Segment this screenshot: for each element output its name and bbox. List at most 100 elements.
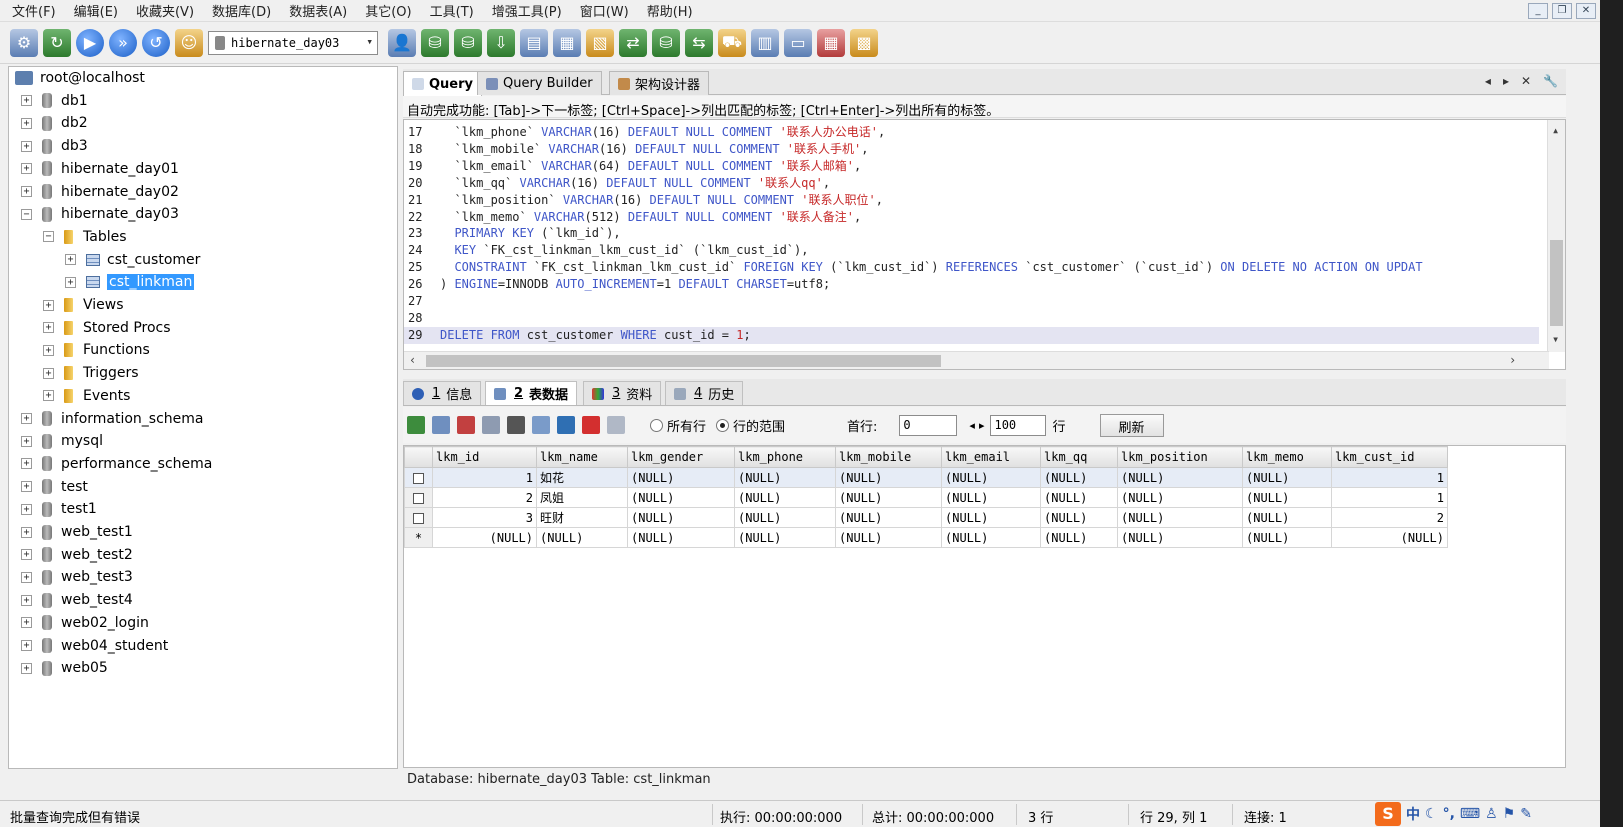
menu-item[interactable]: 数据表(A) — [289, 5, 347, 21]
save-row-icon[interactable] — [482, 416, 500, 434]
tree-root[interactable]: root@localhost — [15, 67, 145, 89]
tree-database[interactable]: + db2 — [21, 112, 88, 134]
cancel-icon[interactable] — [607, 416, 625, 434]
table-cell[interactable]: (NULL) — [1242, 527, 1332, 548]
table-cell[interactable]: (NULL) — [536, 527, 628, 548]
row-count-input[interactable]: 100 — [990, 414, 1047, 436]
column-header[interactable]: lkm_gender — [627, 446, 735, 468]
table-cell[interactable]: (NULL) — [734, 527, 836, 548]
table-cell[interactable]: (NULL) — [1040, 507, 1118, 528]
shirt-icon[interactable]: ⚑ — [1503, 806, 1516, 822]
column-header[interactable]: lkm_memo — [1242, 446, 1332, 468]
column-header[interactable]: lkm_name — [536, 446, 628, 468]
refresh-button[interactable]: 刷新 — [1099, 413, 1164, 437]
chevron-right-icon[interactable]: › — [1509, 353, 1516, 367]
table-cell[interactable]: (NULL) — [1040, 527, 1118, 548]
table-cell[interactable]: (NULL) — [835, 527, 942, 548]
table-cell[interactable]: (NULL) — [835, 467, 942, 488]
user-icon[interactable]: 👤 — [388, 28, 416, 57]
table-cell[interactable]: (NULL) — [627, 527, 735, 548]
tab-history[interactable]: 4 历史 — [665, 381, 744, 405]
expand-icon[interactable]: + — [21, 549, 32, 561]
expand-icon[interactable]: + — [21, 140, 32, 152]
tree-database[interactable]: + db3 — [21, 135, 88, 157]
menu-item[interactable]: 增强工具(P) — [492, 5, 562, 21]
restore-icon[interactable]: ❐ — [1552, 3, 1572, 19]
table-cell[interactable]: 2 — [1331, 507, 1448, 528]
table-cell[interactable]: (NULL) — [1242, 507, 1332, 528]
expand-icon[interactable]: + — [21, 163, 32, 175]
row-checkbox[interactable] — [404, 507, 433, 528]
expand-icon[interactable]: + — [21, 640, 32, 651]
user-icon[interactable]: ♙ — [1485, 806, 1498, 822]
table-row[interactable]: 3 旺财 (NULL) (NULL) (NULL) (NULL) (NULL) (NULL)(… — [404, 507, 1448, 528]
menu-item[interactable]: 窗口(W) — [580, 5, 629, 21]
table-cell[interactable]: 如花 — [536, 467, 628, 488]
checkbox[interactable] — [413, 472, 424, 484]
tab-query-builder[interactable]: Query Builder — [477, 71, 602, 95]
table-cell[interactable]: (NULL) — [1117, 467, 1243, 488]
expand-icon[interactable]: + — [21, 186, 32, 197]
table-row[interactable]: 2 凤姐 (NULL) (NULL) (NULL) (NULL) (NULL) (NULL)(… — [404, 487, 1448, 508]
tree-database[interactable]: + web_test1 — [21, 521, 133, 543]
tab-table-data[interactable]: 2 表数据 — [485, 381, 578, 405]
table-cell[interactable]: (NULL) — [734, 507, 836, 528]
column-header[interactable]: lkm_email — [941, 446, 1041, 468]
tree-table[interactable]: + cst_linkman — [65, 271, 195, 293]
tree-database[interactable]: + information_schema — [21, 408, 204, 430]
chevron-up-icon[interactable]: ▴ — [1552, 123, 1559, 137]
expand-icon[interactable]: + — [21, 571, 32, 583]
tree-folder[interactable]: + Views — [43, 294, 124, 316]
column-header[interactable]: lkm_cust_id — [1331, 446, 1448, 468]
table-cell[interactable]: (NULL) — [1040, 487, 1118, 508]
close-icon[interactable]: ✕ — [1576, 3, 1596, 19]
server-icon[interactable]: ▥ — [751, 28, 779, 57]
table-cell[interactable]: (NULL) — [734, 487, 836, 508]
tree-database[interactable]: + web_test4 — [21, 589, 133, 611]
tree-database[interactable]: + web05 — [21, 657, 108, 679]
expand-icon[interactable]: + — [43, 299, 54, 311]
menu-item[interactable]: 数据库(D) — [212, 5, 271, 21]
tab-query[interactable]: Query — [403, 71, 483, 96]
checkbox[interactable] — [413, 492, 424, 504]
wrench-icon[interactable]: ✎ — [1520, 806, 1532, 822]
structure-sync-icon[interactable]: ⇆ — [685, 28, 713, 57]
import-icon[interactable]: ⇩ — [487, 28, 515, 57]
table-row[interactable]: * (NULL) (NULL) (NULL) (NULL) (NULL) (NULL) (NU… — [404, 527, 1448, 548]
filter-icon[interactable] — [507, 416, 525, 434]
table-cell[interactable]: (NULL) — [1040, 467, 1118, 488]
radio-button[interactable] — [650, 418, 663, 432]
table-cell[interactable]: (NULL) — [1117, 527, 1243, 548]
table-cell[interactable]: (NULL) — [835, 487, 942, 508]
restore-db-icon[interactable]: ⛁ — [454, 28, 482, 57]
table-cell[interactable]: 2 — [432, 487, 537, 508]
duplicate-row-icon[interactable] — [432, 416, 450, 434]
tree-database[interactable]: + hibernate_day02 — [21, 181, 179, 203]
tree-database[interactable]: − hibernate_day03 — [21, 203, 179, 225]
table-cell[interactable]: (NULL) — [627, 507, 735, 528]
truck-icon[interactable]: ⛟ — [718, 28, 746, 57]
table-cell[interactable]: (NULL) — [941, 487, 1041, 508]
radio-all-rows[interactable]: 所有行 — [650, 416, 706, 435]
database-select[interactable]: hibernate_day03 ▾ — [208, 30, 378, 55]
table-cell[interactable]: (NULL) — [627, 487, 735, 508]
table-cell[interactable]: (NULL) — [941, 507, 1041, 528]
column-header[interactable]: lkm_phone — [734, 446, 836, 468]
expand-icon[interactable]: + — [43, 344, 54, 356]
expand-icon[interactable]: + — [65, 276, 76, 288]
expand-icon[interactable]: + — [43, 322, 54, 334]
copy-db-icon[interactable]: ⛁ — [652, 28, 680, 57]
table-cell[interactable]: 凤姐 — [536, 487, 628, 508]
backup-icon[interactable]: ⛁ — [421, 28, 449, 57]
schema-icon[interactable]: ▧ — [586, 28, 614, 57]
chevron-right-icon[interactable]: ▸ — [1503, 74, 1509, 88]
monitor-icon[interactable]: ▭ — [784, 28, 812, 57]
execute-icon[interactable]: ▶ — [76, 28, 104, 57]
save-icon[interactable] — [557, 416, 575, 434]
table-cell[interactable]: (NULL) — [1242, 467, 1332, 488]
expand-icon[interactable]: + — [21, 617, 32, 629]
grid-icon[interactable]: ▦ — [553, 28, 581, 57]
tree-table[interactable]: + cst_customer — [65, 249, 200, 271]
tree-database[interactable]: + performance_schema — [21, 453, 212, 475]
tab-schema-designer[interactable]: 架构设计器 — [609, 71, 710, 95]
